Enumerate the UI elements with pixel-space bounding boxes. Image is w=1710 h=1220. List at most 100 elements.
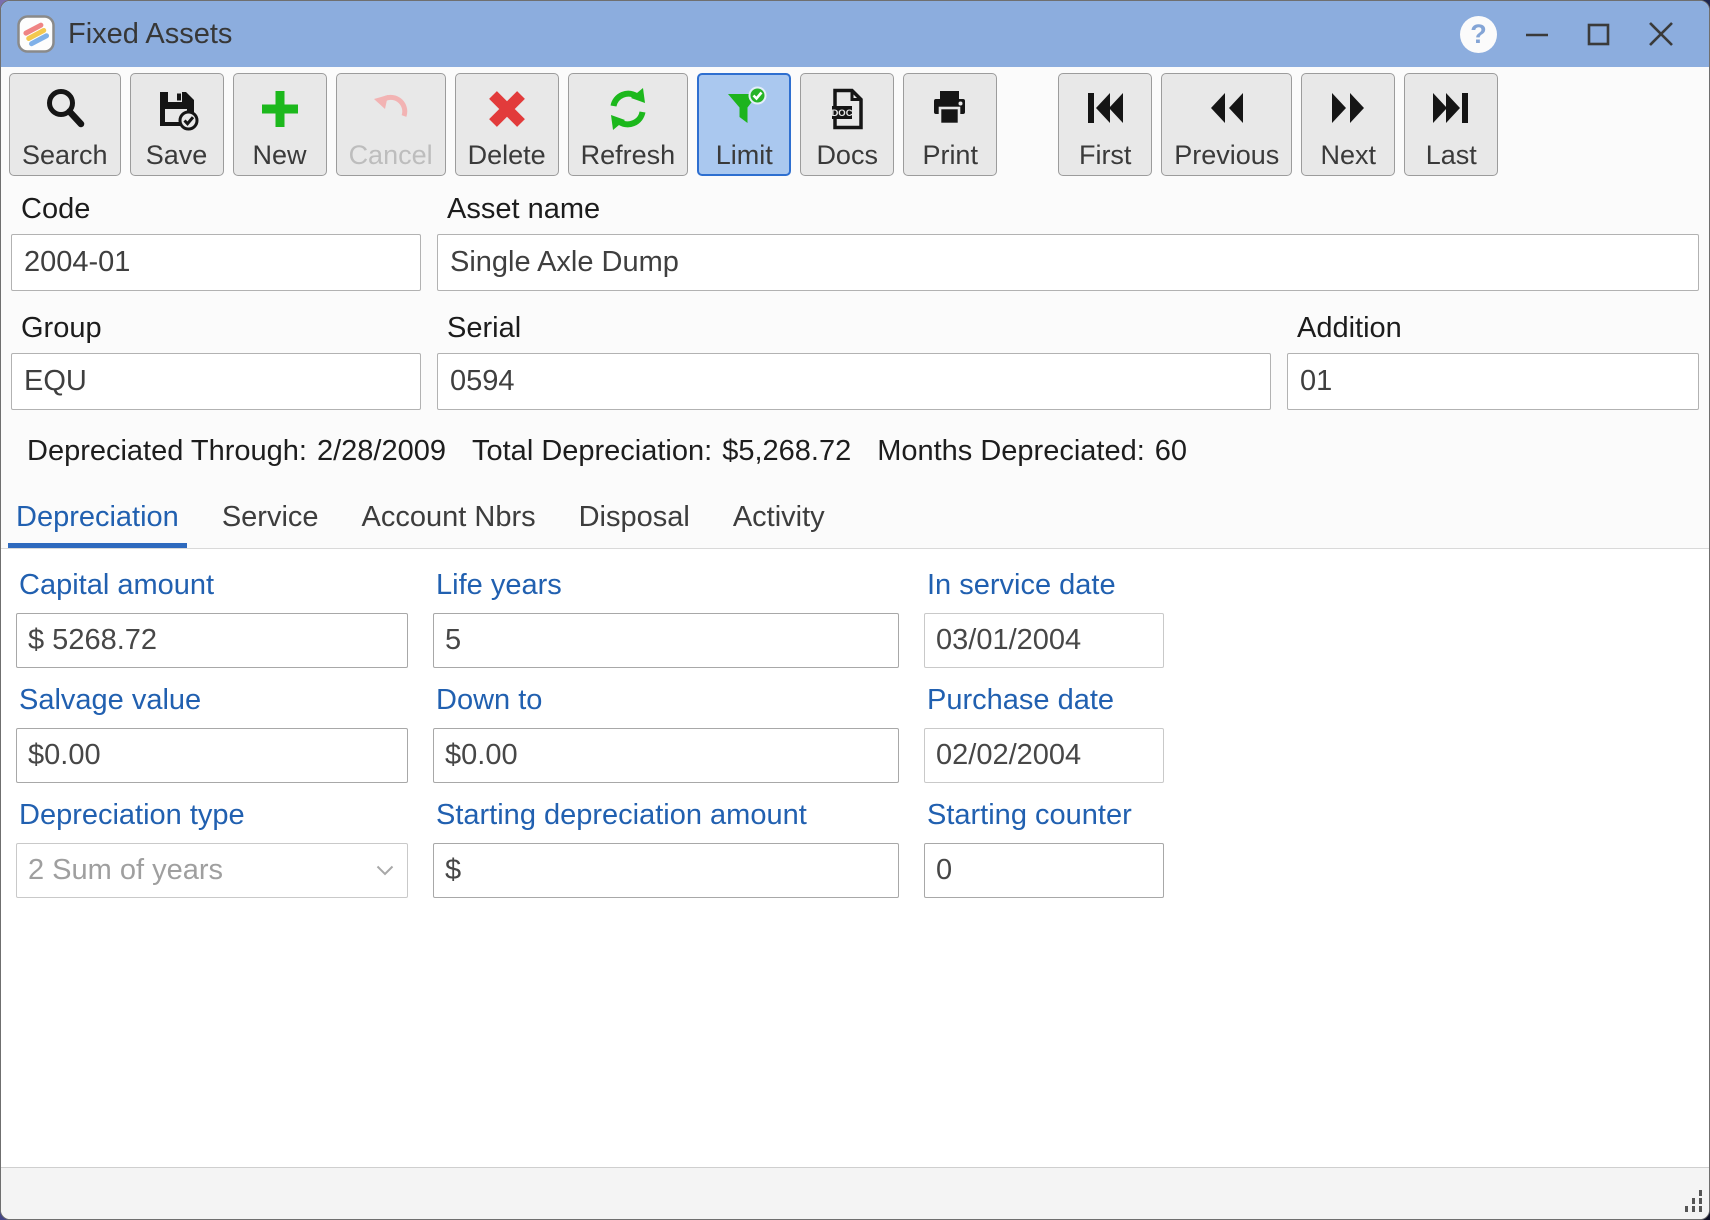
docs-button[interactable]: DOC Docs [800, 73, 894, 176]
save-icon [154, 83, 200, 135]
depreciated-through-value: 2/28/2009 [317, 435, 446, 468]
months-depreciated-value: 60 [1155, 435, 1187, 468]
filter-icon [721, 83, 767, 135]
depreciation-summary: Depreciated Through: 2/28/2009 Total Dep… [27, 435, 1699, 468]
last-button[interactable]: Last [1404, 73, 1498, 176]
tab-service[interactable]: Service [214, 501, 327, 548]
down-to-label: Down to [433, 684, 899, 717]
months-depreciated-label: Months Depreciated: [877, 435, 1145, 468]
purchase-date-label: Purchase date [924, 684, 1164, 717]
purchase-date-input[interactable] [924, 728, 1164, 783]
print-button-label: Print [922, 140, 978, 171]
first-button-label: First [1079, 140, 1131, 171]
group-input[interactable] [11, 353, 421, 410]
refresh-button-label: Refresh [581, 140, 676, 171]
fast-forward-icon [1325, 83, 1371, 135]
depreciation-type-label: Depreciation type [16, 799, 408, 832]
salvage-value-input[interactable] [16, 728, 408, 783]
addition-input[interactable] [1287, 353, 1699, 410]
capital-amount-label: Capital amount [16, 569, 408, 602]
limit-button[interactable]: Limit [697, 73, 791, 176]
first-button[interactable]: First [1058, 73, 1152, 176]
depreciation-tab-panel: Capital amount Life years In service dat… [1, 549, 1709, 1167]
starting-counter-input[interactable] [924, 843, 1164, 898]
docs-button-label: Docs [816, 140, 878, 171]
form-row-2: Group Serial Addition [11, 291, 1699, 410]
plus-icon [257, 83, 303, 135]
total-depreciation-label: Total Depreciation: [472, 435, 712, 468]
previous-button-label: Previous [1174, 140, 1279, 171]
tab-depreciation[interactable]: Depreciation [8, 501, 187, 548]
tab-activity[interactable]: Activity [725, 501, 833, 548]
minimize-button[interactable] [1515, 12, 1559, 56]
form-row-1: Code Asset name [11, 176, 1699, 291]
document-icon: DOC [824, 83, 870, 135]
window-controls: ? [1460, 12, 1709, 56]
limit-button-label: Limit [716, 140, 773, 171]
undo-icon [368, 83, 414, 135]
tab-disposal[interactable]: Disposal [571, 501, 698, 548]
status-bar [1, 1167, 1709, 1219]
code-label: Code [11, 193, 421, 226]
search-button-label: Search [22, 140, 108, 171]
doc-icon-text: DOC [832, 108, 853, 119]
asset-name-label: Asset name [437, 193, 1699, 226]
capital-amount-input[interactable] [16, 613, 408, 668]
question-icon: ? [1470, 19, 1487, 50]
refresh-button[interactable]: Refresh [568, 73, 689, 176]
starting-depreciation-amount-input[interactable] [433, 843, 899, 898]
close-button[interactable] [1639, 12, 1683, 56]
starting-depreciation-amount-label: Starting depreciation amount [433, 799, 899, 832]
skip-first-icon [1082, 83, 1128, 135]
new-button[interactable]: New [233, 73, 327, 176]
life-years-label: Life years [433, 569, 899, 602]
refresh-icon [605, 83, 651, 135]
delete-button-label: Delete [468, 140, 546, 171]
previous-button[interactable]: Previous [1161, 73, 1292, 176]
next-button-label: Next [1320, 140, 1376, 171]
maximize-icon [1584, 19, 1614, 49]
code-input[interactable] [11, 234, 421, 291]
cancel-button-label: Cancel [349, 140, 433, 171]
resize-grip[interactable] [1678, 1188, 1704, 1214]
last-button-label: Last [1426, 140, 1477, 171]
titlebar[interactable]: Fixed Assets ? [1, 1, 1709, 67]
printer-icon [927, 83, 973, 135]
life-years-input[interactable] [433, 613, 899, 668]
window-title: Fixed Assets [68, 18, 232, 51]
serial-label: Serial [437, 312, 1271, 345]
down-to-input[interactable] [433, 728, 899, 783]
depreciation-type-select[interactable]: 2 Sum of years [16, 843, 408, 898]
depreciation-type-value: 2 Sum of years [28, 854, 223, 887]
chevron-down-icon [376, 865, 394, 876]
search-button[interactable]: Search [9, 73, 121, 176]
total-depreciation-value: $5,268.72 [722, 435, 851, 468]
save-button[interactable]: Save [130, 73, 224, 176]
fixed-assets-window: Fixed Assets ? [0, 0, 1710, 1220]
group-label: Group [11, 312, 421, 345]
new-button-label: New [253, 140, 307, 171]
maximize-button[interactable] [1577, 12, 1621, 56]
depreciated-through-label: Depreciated Through: [27, 435, 307, 468]
starting-counter-label: Starting counter [924, 799, 1164, 832]
close-icon [1645, 18, 1677, 50]
minimize-icon [1522, 19, 1552, 49]
in-service-date-label: In service date [924, 569, 1164, 602]
addition-label: Addition [1287, 312, 1699, 345]
tab-account-nbrs[interactable]: Account Nbrs [354, 501, 544, 548]
app-icon [17, 15, 55, 53]
toolbar: Search Save New [1, 67, 1709, 176]
save-button-label: Save [146, 140, 208, 171]
salvage-value-label: Salvage value [16, 684, 408, 717]
next-button[interactable]: Next [1301, 73, 1395, 176]
asset-name-input[interactable] [437, 234, 1699, 291]
x-icon [484, 83, 530, 135]
asset-header-form: Code Asset name Group Serial Addition [1, 176, 1709, 468]
skip-last-icon [1428, 83, 1474, 135]
serial-input[interactable] [437, 353, 1271, 410]
delete-button[interactable]: Delete [455, 73, 559, 176]
in-service-date-input[interactable] [924, 613, 1164, 668]
print-button[interactable]: Print [903, 73, 997, 176]
cancel-button[interactable]: Cancel [336, 73, 446, 176]
help-button[interactable]: ? [1460, 16, 1497, 53]
